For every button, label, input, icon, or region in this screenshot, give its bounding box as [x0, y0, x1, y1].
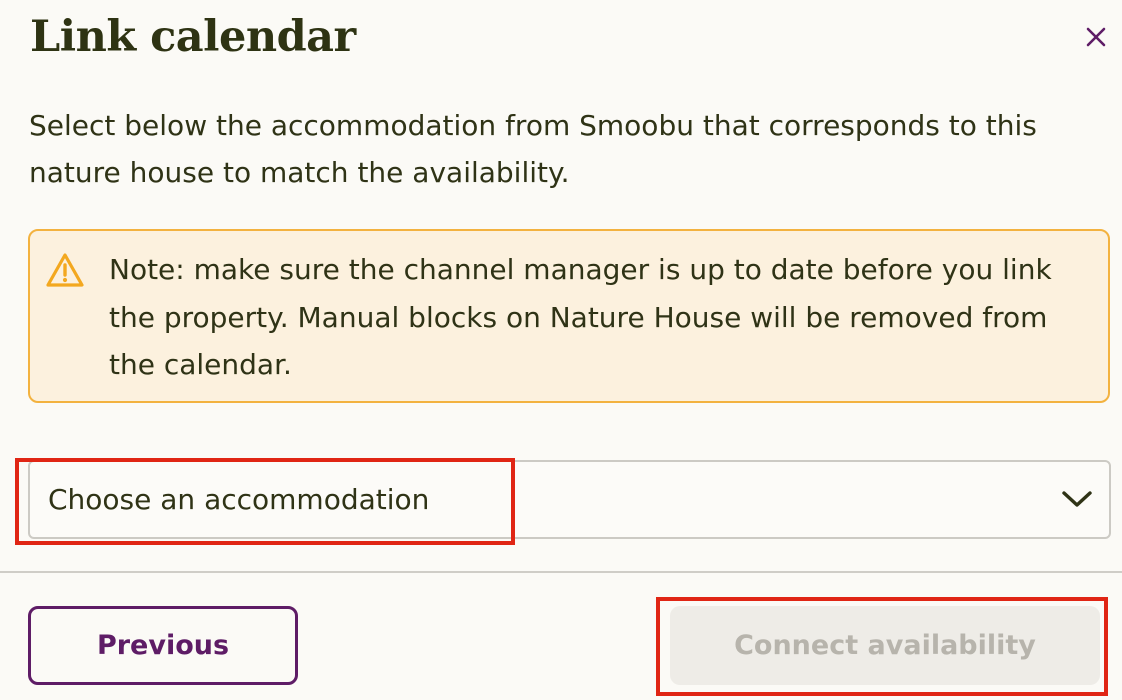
- warning-note-text: Note: make sure the channel manager is u…: [109, 253, 1052, 381]
- accommodation-select[interactable]: Choose an accommodation: [28, 460, 1111, 539]
- close-button[interactable]: [1079, 20, 1113, 54]
- accommodation-select-placeholder: Choose an accommodation: [48, 483, 430, 516]
- connect-availability-button[interactable]: Connect availability: [670, 606, 1100, 685]
- previous-button[interactable]: Previous: [28, 606, 298, 685]
- warning-triangle-icon: [46, 253, 84, 287]
- chevron-down-icon: [1062, 491, 1092, 507]
- warning-note: Note: make sure the channel manager is u…: [28, 229, 1110, 403]
- dialog-description: Select below the accommodation from Smoo…: [29, 109, 1037, 189]
- close-icon: [1086, 27, 1106, 47]
- dialog-title: Link calendar: [30, 12, 356, 62]
- footer-divider: [0, 571, 1122, 573]
